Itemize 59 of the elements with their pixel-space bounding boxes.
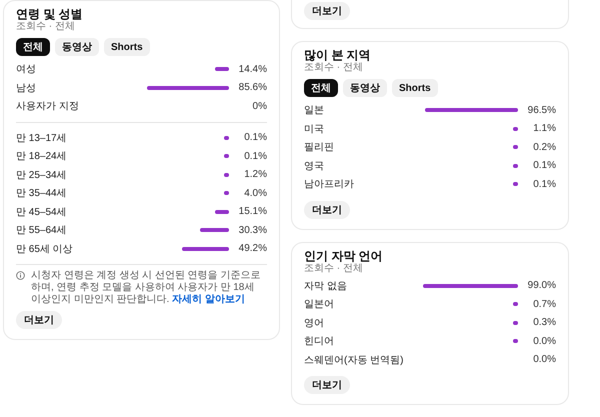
row-value: 0.7%	[532, 298, 556, 310]
filter-tab[interactable]: 전체	[16, 38, 50, 56]
row-value: 96.5%	[526, 104, 556, 116]
filter-tab[interactable]: Shorts	[392, 79, 438, 97]
card-subtitle: 조회수 · 전체	[304, 262, 364, 274]
row-label: 필리핀	[304, 141, 335, 154]
row-label: 스웨덴어(자동 번역됨)	[304, 354, 404, 367]
row-value: 1.1%	[532, 123, 556, 134]
filter-tab[interactable]: 전체	[304, 79, 338, 97]
card-subtitle: 조회수 · 전체	[304, 62, 364, 74]
card-title: 인기 자막 언어	[304, 248, 384, 262]
row-label: 일본	[304, 104, 325, 118]
row-value: 14.4%	[238, 64, 267, 75]
row-value: 0.3%	[532, 317, 556, 328]
row-value: 0.0%	[532, 336, 556, 347]
row-value: 0%	[252, 100, 267, 112]
more-button[interactable]: 더보기	[304, 2, 350, 20]
row-label: 사용자가 지정	[16, 100, 80, 114]
row-label: 만 65세 이상	[16, 242, 74, 256]
card-title: 연령 및 성별	[16, 7, 84, 21]
row-value: 0.1%	[532, 160, 556, 172]
filter-tab[interactable]: Shorts	[104, 38, 150, 56]
row-label: 만 13–17세	[16, 132, 68, 145]
row-value: 0.1%	[243, 132, 267, 144]
row-value: 0.0%	[532, 354, 556, 366]
info-icon	[16, 271, 25, 280]
row-label: 자막 없음	[304, 280, 348, 293]
row-value: 30.3%	[238, 224, 267, 236]
row-label: 일본어	[304, 298, 335, 312]
row-label: 남아프리카	[304, 178, 355, 192]
row-label: 만 45–54세	[16, 206, 68, 219]
filter-tab[interactable]: 동영상	[343, 79, 387, 97]
row-label: 영국	[304, 160, 325, 173]
card-title: 많이 본 지역	[304, 48, 372, 62]
filter-tab[interactable]: 동영상	[55, 38, 99, 56]
row-value: 85.6%	[238, 82, 267, 94]
row-value: 4.0%	[243, 188, 267, 199]
row-value: 15.1%	[238, 206, 267, 218]
row-value: 0.1%	[532, 178, 556, 190]
learn-more-link[interactable]: 자세히 알아보기	[172, 294, 245, 305]
row-value: 0.2%	[532, 142, 556, 153]
row-label: 영어	[304, 316, 325, 330]
row-value: 49.2%	[238, 243, 267, 254]
row-label: 힌디어	[304, 335, 335, 348]
row-label: 만 55–64세	[16, 224, 68, 238]
row-label: 여성	[16, 63, 37, 76]
row-label: 남성	[16, 82, 37, 95]
row-label: 만 35–44세	[16, 187, 68, 200]
more-button[interactable]: 더보기	[304, 200, 350, 218]
row-value: 99.0%	[526, 280, 556, 292]
more-button[interactable]: 더보기	[304, 376, 350, 394]
row-label: 미국	[304, 122, 325, 136]
more-button[interactable]: 더보기	[16, 311, 62, 329]
row-label: 만 25–34세	[16, 168, 68, 182]
note-text: 시청자 연령은 계정 생성 시 선언된 연령을 기준으로 하며, 연령 추정 모델을 사용하여 사용자가 만 18세 이상인지 미만인지 판단합니다. 자세히 알아보기	[31, 270, 262, 306]
card-subtitle: 조회수 · 전체	[16, 21, 76, 33]
row-value: 0.1%	[243, 150, 267, 162]
row-value: 1.2%	[243, 169, 267, 180]
row-label: 만 18–24세	[16, 150, 68, 164]
